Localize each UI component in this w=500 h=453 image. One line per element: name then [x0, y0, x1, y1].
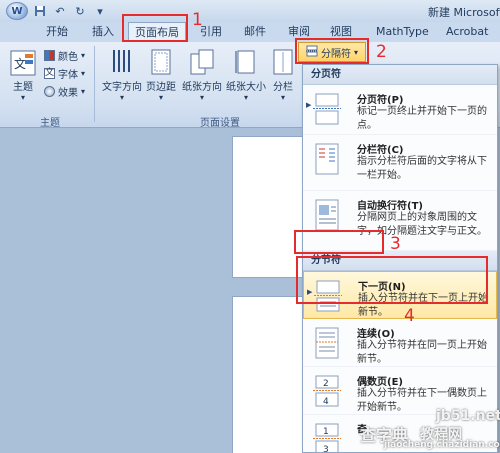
columns-label: 分栏 — [273, 82, 293, 93]
theme-fonts-button[interactable]: 文 字体 ▾ — [44, 66, 85, 81]
continuous-item[interactable]: 连续(O) 插入分节符并在同一页上开始新节。 — [303, 319, 497, 367]
annotation-box-4 — [296, 256, 488, 304]
margins-label: 页边距 — [146, 82, 176, 93]
column-break-item[interactable]: 分栏符(C) 指示分栏符后面的文字将从下一栏开始。 — [303, 135, 497, 191]
tab-home[interactable]: 开始 — [46, 22, 68, 42]
columns-icon — [270, 48, 296, 76]
arrow-icon: ▶ — [306, 101, 312, 109]
menu-item-title: 连续(O) — [357, 329, 395, 340]
chevron-down-icon: ▾ — [119, 93, 124, 102]
effects-icon — [44, 86, 55, 97]
watermark-site: jb51.net — [436, 408, 500, 424]
continuous-icon — [315, 327, 339, 359]
text-direction-label: 文字方向 — [102, 82, 142, 93]
colors-icon — [44, 50, 55, 61]
annotation-box-2 — [295, 38, 369, 64]
annotation-number-4: 4 — [404, 306, 415, 326]
annotation-number-2: 2 — [376, 42, 387, 62]
menu-item-title: 自动换行符(T) — [357, 201, 423, 212]
size-label: 纸张大小 — [226, 82, 266, 93]
margins-button[interactable]: 页边距 ▾ — [144, 48, 178, 102]
chevron-down-icon: ▾ — [280, 93, 285, 102]
text-wrapping-icon — [315, 199, 339, 231]
columns-button[interactable]: 分栏 ▾ — [270, 48, 296, 102]
theme-colors-button[interactable]: 颜色 ▾ — [44, 48, 85, 63]
column-break-icon — [315, 143, 339, 175]
orientation-button[interactable]: 纸张方向 ▾ — [180, 48, 224, 102]
annotation-number-3: 3 — [390, 234, 401, 254]
page-setup-group-label: 页面设置 — [200, 118, 240, 129]
themes-dropdown-icon: ▾ — [20, 93, 25, 102]
theme-fonts-label: 字体 — [58, 70, 78, 81]
odd-page-icon: 13 — [313, 423, 341, 453]
tab-mailings[interactable]: 邮件 — [244, 22, 266, 42]
svg-text:2: 2 — [323, 379, 329, 389]
annotation-box-1 — [122, 14, 188, 42]
tab-references[interactable]: 引用 — [200, 22, 222, 42]
menu-item-desc: 插入分节符并在同一页上开始新节。 — [357, 340, 487, 365]
themes-group-label: 主题 — [40, 118, 60, 129]
save-icon[interactable] — [32, 3, 48, 19]
themes-label: 主题 — [13, 82, 33, 93]
size-button[interactable]: 纸张大小 ▾ — [224, 48, 268, 102]
menu-item-title: 分页符(P) — [357, 95, 404, 106]
chevron-down-icon: ▾ — [81, 87, 86, 96]
margins-icon — [144, 48, 178, 76]
tab-mathtype[interactable]: MathType — [376, 22, 429, 42]
even-page-icon: 24 — [313, 375, 341, 407]
quick-access-toolbar: W ↶ ↻ ▾ — [6, 2, 108, 20]
menu-item-title: 偶数页(E) — [357, 377, 403, 388]
page-break-icon — [313, 93, 341, 125]
page-break-item[interactable]: ▶ 分页符(P) 标记一页终止并开始下一页的点。 — [303, 85, 497, 135]
undo-icon[interactable]: ↶ — [52, 3, 68, 19]
group-separator — [94, 46, 95, 122]
document-title: 新建 Microsoft — [428, 6, 500, 19]
watermark-url: jiaocheng.chazidian.com — [384, 440, 500, 450]
redo-icon[interactable]: ↻ — [72, 3, 88, 19]
orientation-label: 纸张方向 — [182, 82, 222, 93]
ribbon-tabs: 开始 插入 页面布局 引用 邮件 审阅 视图 MathType Acrobat — [0, 22, 500, 42]
svg-text:文: 文 — [14, 56, 26, 71]
text-direction-icon — [100, 48, 144, 76]
themes-icon: 文 — [8, 50, 38, 76]
page-breaks-header: 分页符 — [303, 65, 497, 85]
chevron-down-icon: ▾ — [81, 69, 86, 78]
svg-text:1: 1 — [323, 427, 329, 437]
chevron-down-icon: ▾ — [243, 93, 248, 102]
menu-item-title: 分栏符(C) — [357, 145, 404, 156]
fonts-icon: 文 — [44, 68, 55, 79]
themes-button[interactable]: 文 主题 ▾ — [8, 50, 38, 102]
tab-insert[interactable]: 插入 — [92, 22, 114, 42]
chevron-down-icon: ▾ — [199, 93, 204, 102]
document-page[interactable] — [232, 296, 312, 453]
office-button[interactable]: W — [6, 2, 28, 20]
orientation-icon — [180, 48, 224, 76]
svg-text:4: 4 — [323, 397, 329, 407]
tab-acrobat[interactable]: Acrobat — [446, 22, 488, 42]
annotation-box-3 — [294, 230, 384, 254]
menu-item-desc: 指示分栏符后面的文字将从下一栏开始。 — [357, 156, 487, 181]
chevron-down-icon: ▾ — [81, 51, 86, 60]
annotation-number-1: 1 — [192, 10, 203, 30]
svg-text:3: 3 — [323, 445, 329, 453]
theme-effects-label: 效果 — [58, 88, 78, 99]
text-direction-button[interactable]: 文字方向 ▾ — [100, 48, 144, 102]
theme-effects-button[interactable]: 效果 ▾ — [44, 84, 85, 99]
customize-qat-icon[interactable]: ▾ — [92, 3, 108, 19]
title-bar: W ↶ ↻ ▾ 新建 Microsoft — [0, 0, 500, 22]
page-size-icon — [224, 48, 268, 76]
theme-colors-label: 颜色 — [58, 52, 78, 63]
chevron-down-icon: ▾ — [158, 93, 163, 102]
menu-item-desc: 标记一页终止并开始下一页的点。 — [357, 106, 487, 131]
